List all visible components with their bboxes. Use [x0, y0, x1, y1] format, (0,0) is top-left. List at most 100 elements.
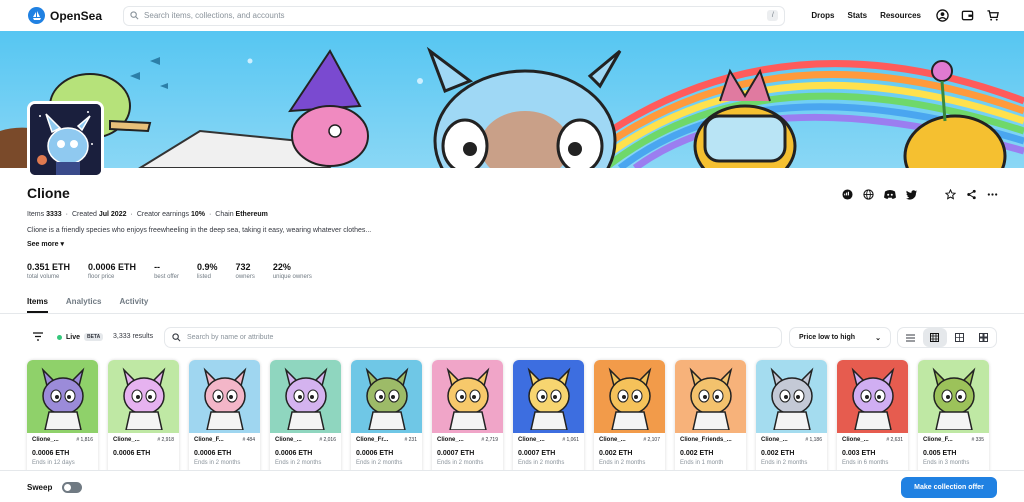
wallet-icon[interactable]: [961, 9, 974, 22]
item-rank: # 2,719: [481, 437, 498, 443]
search-input[interactable]: Search items, collections, and accounts …: [123, 5, 786, 26]
item-name: Clione_...: [761, 437, 788, 443]
nav-link-stats[interactable]: Stats: [848, 11, 868, 20]
item-card[interactable]: Clione_... # 2,719 0.0007 ETH Ends in 2 mon…: [432, 360, 503, 480]
view-grid-large-button[interactable]: [922, 328, 947, 347]
collection-description: Clione is a friendly species who enjoys …: [27, 227, 372, 234]
make-collection-offer-button[interactable]: Make collection offer: [901, 477, 997, 498]
item-rank: # 335: [971, 437, 984, 443]
meta-separator: ·: [65, 211, 68, 218]
collection-stats: 0.351 ETH total volume 0.0006 ETH floor pr…: [27, 262, 312, 280]
stat-owners: 732 owners: [235, 262, 255, 280]
tab-analytics[interactable]: Analytics: [66, 297, 102, 313]
item-info: Clione_... # 2,918 0.0006 ETH: [108, 433, 179, 464]
item-image: [594, 360, 665, 433]
item-info: Clione_F... # 335 0.005 ETH Ends in 3 month…: [918, 433, 989, 470]
item-rank: # 484: [242, 437, 255, 443]
item-ends: Ends in 2 months: [761, 460, 808, 466]
item-image: [756, 360, 827, 433]
website-icon[interactable]: [863, 189, 874, 200]
item-card[interactable]: Clione_... # 2,918 0.0006 ETH: [108, 360, 179, 480]
etherscan-icon[interactable]: [842, 189, 853, 200]
grid-large-icon: [930, 333, 940, 342]
view-grid-small-button[interactable]: [972, 328, 997, 347]
grid-medium-icon: [954, 333, 964, 342]
item-card[interactable]: Clione_... # 2,016 0.0006 ETH Ends in 2 mon…: [270, 360, 341, 480]
item-card[interactable]: Clione_... # 1,186 0.002 ETH Ends in 2 mont…: [756, 360, 827, 480]
item-price: 0.0006 ETH: [194, 450, 232, 457]
item-image: [432, 360, 503, 433]
item-info: Clione_... # 2,107 0.002 ETH Ends in 2 mont…: [594, 433, 665, 470]
item-card[interactable]: Clione_... # 1,816 0.0006 ETH Ends in 12 da…: [27, 360, 98, 480]
filter-icon[interactable]: [33, 332, 43, 341]
item-ends: Ends in 2 months: [599, 460, 646, 466]
tabs-divider: [0, 313, 1024, 314]
top-nav: OpenSea Search items, collections, and a…: [0, 0, 1024, 31]
item-price: 0.0007 ETH: [518, 450, 556, 457]
view-mode-switcher: [897, 327, 997, 348]
search-shortcut: /: [767, 10, 779, 21]
item-info: Clione_F... # 484 0.0006 ETH Ends in 2 mont…: [189, 433, 260, 470]
stat-total-volume: 0.351 ETH total volume: [27, 262, 71, 280]
opensea-logo[interactable]: OpenSea: [28, 7, 102, 24]
creator-earnings: Creator earnings 10%: [136, 211, 205, 218]
filter-bar: Live BETA 3,333 results Search by name o…: [0, 327, 1024, 349]
more-icon[interactable]: [987, 189, 998, 200]
view-grid-medium-button[interactable]: [947, 328, 972, 347]
creature-artwork: [851, 367, 894, 430]
stat-unique-owners: 22% unique owners: [272, 262, 312, 280]
search-icon: [130, 11, 139, 20]
item-ends: Ends in 2 months: [437, 460, 484, 466]
see-more-button[interactable]: See more ▾: [27, 240, 64, 248]
discord-icon[interactable]: [884, 189, 896, 200]
sort-label: Price low to high: [799, 334, 856, 341]
item-card[interactable]: Clione_Friends_... 0.002 ETH Ends in 1 mon…: [675, 360, 746, 480]
item-card[interactable]: Clione_... # 2,107 0.002 ETH Ends in 2 mont…: [594, 360, 665, 480]
item-name: Clione_...: [599, 437, 626, 443]
item-name: Clione_F...: [923, 437, 953, 443]
item-price: 0.002 ETH: [599, 450, 633, 457]
item-search-input[interactable]: Search by name or attribute: [164, 327, 782, 348]
live-toggle[interactable]: Live BETA: [57, 333, 104, 341]
banner-artwork: [0, 46, 1024, 168]
item-card[interactable]: Clione_... # 1,061 0.0007 ETH Ends in 2 mon…: [513, 360, 584, 480]
sort-select[interactable]: Price low to high ⌄: [789, 327, 891, 348]
sweep-label: Sweep: [27, 483, 53, 492]
twitter-icon[interactable]: [906, 189, 917, 200]
creature-artwork: [446, 367, 489, 430]
tab-activity[interactable]: Activity: [119, 297, 148, 313]
nav-link-drops[interactable]: Drops: [811, 11, 834, 20]
sweep-toggle[interactable]: [62, 482, 83, 493]
view-list-button[interactable]: [898, 328, 923, 347]
item-name: Clione_...: [113, 437, 140, 443]
item-card[interactable]: Clione_... # 2,631 0.003 ETH Ends in 6 mont…: [837, 360, 908, 480]
creature-artwork: [41, 367, 84, 430]
item-rank: # 2,016: [319, 437, 336, 443]
item-ends: Ends in 2 months: [275, 460, 322, 466]
creature-artwork: [770, 367, 813, 430]
item-card[interactable]: Clione_F... # 484 0.0006 ETH Ends in 2 mont…: [189, 360, 260, 480]
collection-avatar: [27, 101, 104, 178]
item-card[interactable]: Clione_F... # 335 0.005 ETH Ends in 3 month…: [918, 360, 989, 480]
item-image: [918, 360, 989, 433]
item-card[interactable]: Clione_Fr... # 231 0.0006 ETH Ends in 2 mon…: [351, 360, 422, 480]
star-icon[interactable]: [945, 189, 956, 200]
sailboat-icon: [28, 7, 45, 24]
nav-link-resources[interactable]: Resources: [880, 11, 921, 20]
sweep-control[interactable]: Sweep: [27, 482, 83, 493]
item-name: Clione_Friends_...: [680, 437, 732, 443]
item-info: Clione_... # 2,631 0.003 ETH Ends in 6 mont…: [837, 433, 908, 470]
list-view-icon: [905, 334, 915, 341]
item-ends: Ends in 2 months: [356, 460, 403, 466]
avatar-artwork: [30, 104, 101, 175]
item-rank: # 2,918: [157, 437, 174, 443]
cart-icon[interactable]: [986, 9, 1000, 22]
tab-items[interactable]: Items: [27, 297, 48, 313]
share-icon[interactable]: [966, 189, 977, 200]
collection-meta: Items 3333 · Created Jul 2022 · Creator …: [27, 211, 268, 218]
profile-icon[interactable]: [936, 9, 949, 22]
item-ends: Ends in 3 months: [923, 460, 970, 466]
item-image: [108, 360, 179, 433]
item-search-placeholder: Search by name or attribute: [187, 334, 274, 341]
search-placeholder: Search items, collections, and accounts: [144, 11, 285, 20]
